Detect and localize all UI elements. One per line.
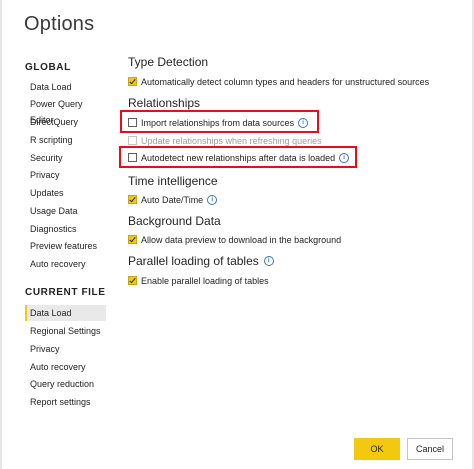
sidebar-item-diagnostics[interactable]: Diagnostics — [25, 221, 106, 237]
sidebar-item-query-reduction[interactable]: Query reduction — [25, 376, 106, 392]
sidebar-current-file-header: CURRENT FILE — [25, 287, 106, 298]
sidebar-item-report-settings[interactable]: Report settings — [25, 394, 106, 410]
dialog-left-edge — [0, 0, 2, 469]
sidebar-item-power-query-editor[interactable]: Power Query Editor — [25, 96, 106, 125]
sidebar-item-current-privacy[interactable]: Privacy — [25, 341, 106, 357]
info-icon[interactable]: i — [263, 256, 274, 266]
sidebar-item-regional-settings[interactable]: Regional Settings — [25, 323, 106, 339]
section-title-parallel-loading: Parallel loading of tables — [128, 254, 259, 268]
highlight-box-import — [120, 110, 319, 133]
sidebar-item-security[interactable]: Security — [25, 150, 106, 166]
background-preview-label: Allow data preview to download in the ba… — [141, 234, 342, 245]
cancel-button[interactable]: Cancel — [407, 438, 453, 460]
auto-detect-types-checkbox[interactable] — [128, 77, 137, 86]
info-icon[interactable]: i — [207, 194, 218, 205]
option-background-preview[interactable]: Allow data preview to download in the ba… — [128, 233, 341, 246]
background-preview-checkbox[interactable] — [128, 235, 137, 244]
parallel-loading-label: Enable parallel loading of tables — [141, 275, 269, 286]
sidebar-item-updates[interactable]: Updates — [25, 185, 106, 201]
section-title-relationships: Relationships — [128, 96, 201, 110]
auto-detect-types-label: Automatically detect column types and he… — [141, 76, 430, 87]
sidebar-item-data-load[interactable]: Data Load — [25, 79, 106, 95]
option-parallel-loading[interactable]: Enable parallel loading of tables — [128, 274, 269, 287]
section-title-type-detection: Type Detection — [128, 55, 209, 69]
sidebar-item-current-auto-recovery[interactable]: Auto recovery — [25, 359, 106, 375]
section-title-time-intelligence: Time intelligence — [128, 174, 218, 188]
auto-date-time-checkbox[interactable] — [128, 195, 137, 204]
ok-button[interactable]: OK — [354, 438, 400, 460]
sidebar-item-r-scripting[interactable]: R scripting — [25, 132, 106, 148]
update-relationships-checkbox — [128, 136, 137, 145]
update-relationships-label: Update relationships when refreshing que… — [141, 135, 322, 146]
sidebar-item-auto-recovery[interactable]: Auto recovery — [25, 256, 106, 272]
option-auto-date-time[interactable]: Auto Date/Time i — [128, 193, 218, 206]
sidebar-item-current-data-load[interactable]: Data Load — [25, 305, 106, 321]
sidebar-item-privacy[interactable]: Privacy — [25, 167, 106, 183]
section-title-row-parallel: Parallel loading of tables i — [128, 254, 274, 268]
parallel-loading-checkbox[interactable] — [128, 276, 137, 285]
dialog-title: Options — [24, 13, 95, 35]
sidebar-item-directquery[interactable]: DirectQuery — [25, 114, 106, 130]
auto-date-time-label: Auto Date/Time — [141, 194, 204, 205]
sidebar-global-header: GLOBAL — [25, 62, 71, 73]
section-title-background-data: Background Data — [128, 214, 221, 228]
highlight-box-autodetect — [119, 146, 357, 168]
sidebar-item-preview-features[interactable]: Preview features — [25, 238, 106, 254]
sidebar-item-usage-data[interactable]: Usage Data — [25, 203, 106, 219]
option-auto-detect-types[interactable]: Automatically detect column types and he… — [128, 75, 429, 88]
